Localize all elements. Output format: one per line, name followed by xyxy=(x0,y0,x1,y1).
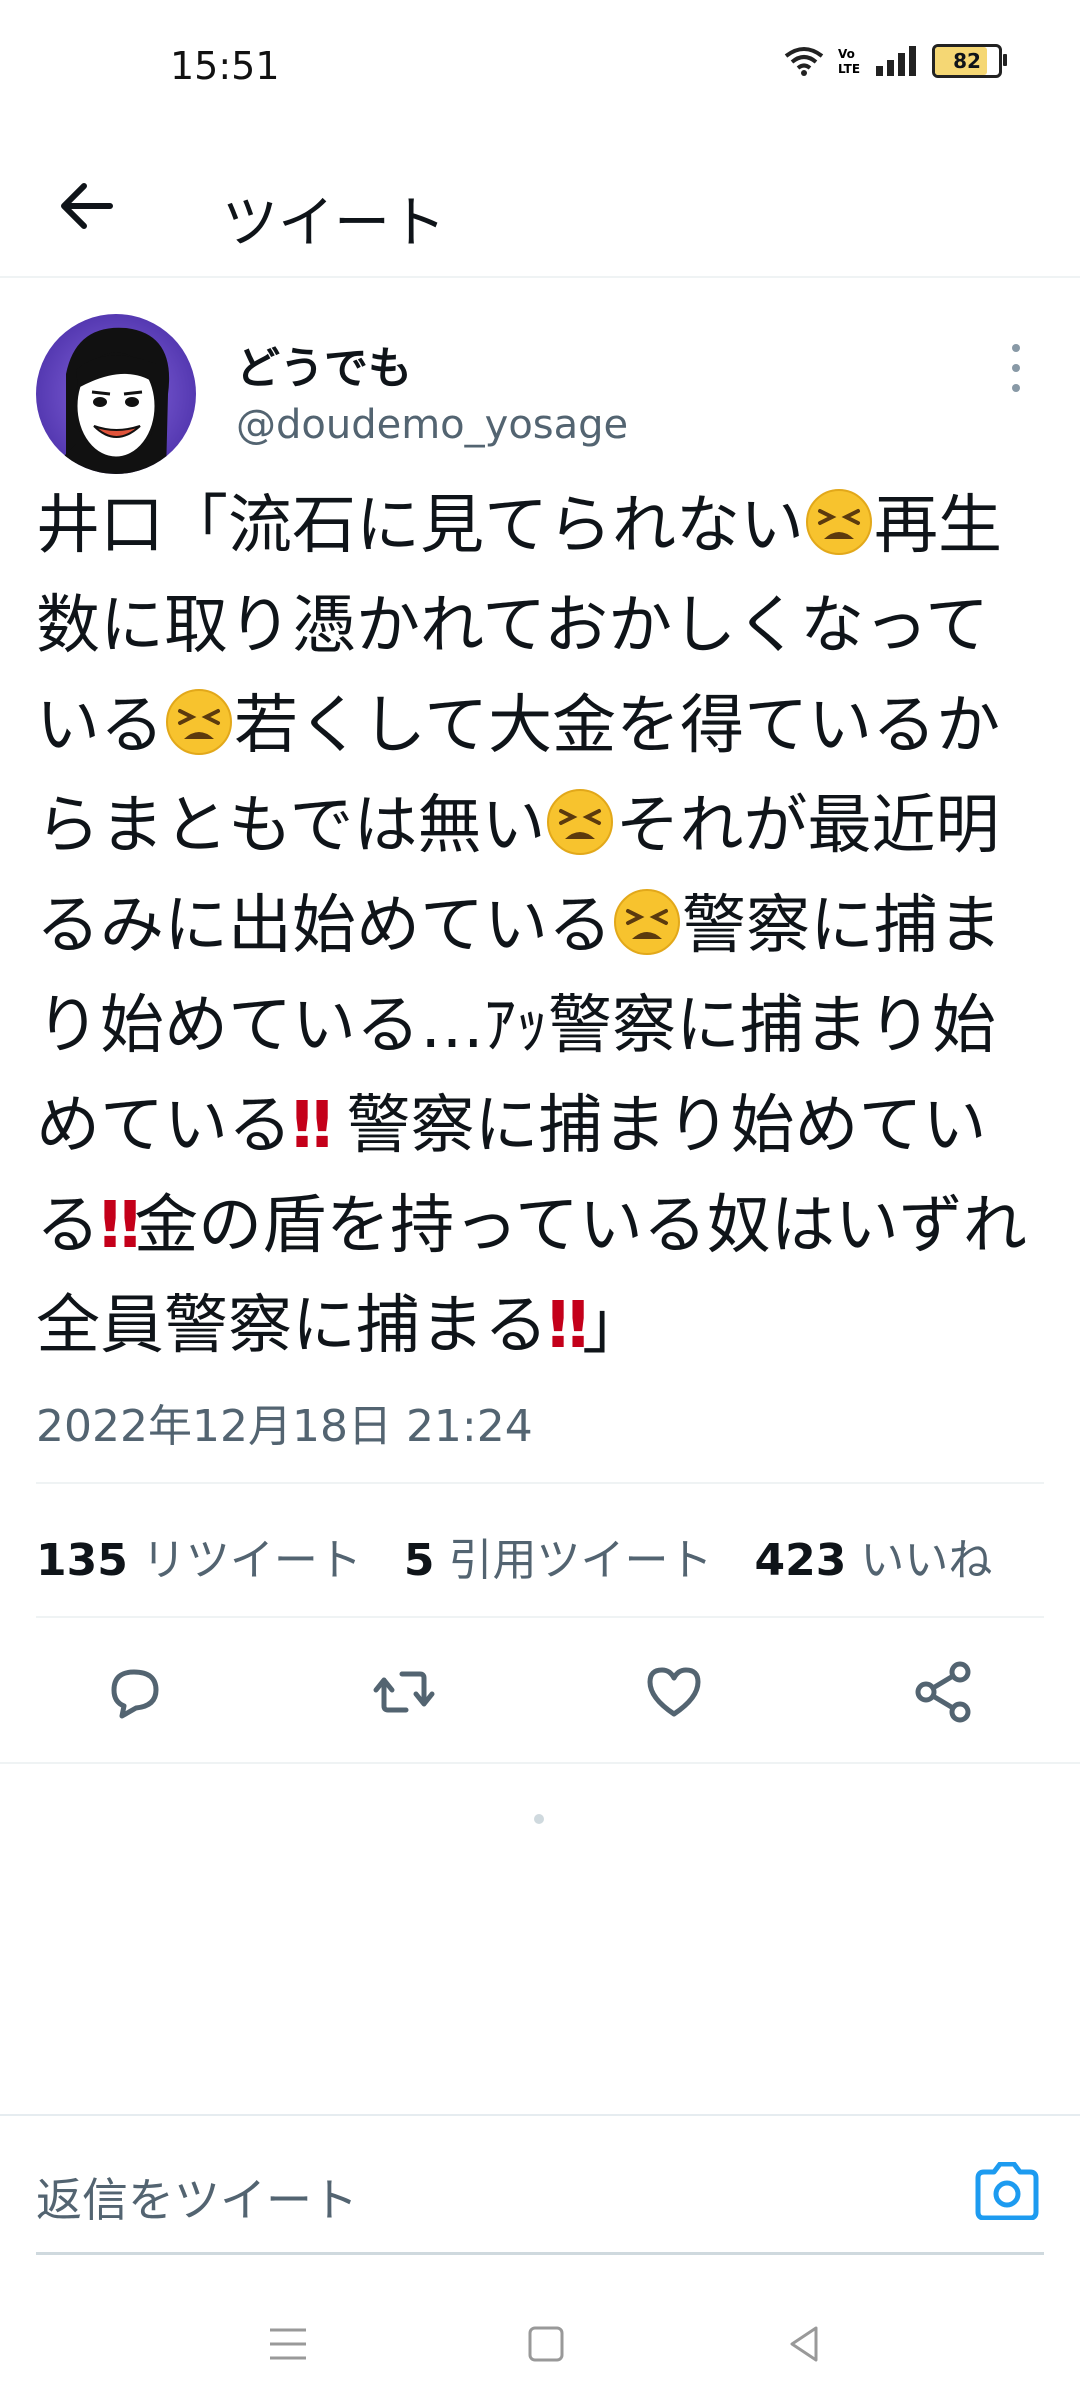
home-icon[interactable] xyxy=(520,2318,572,2370)
tired-face-emoji-icon xyxy=(547,789,614,855)
header: ツイート xyxy=(0,140,1080,278)
share-icon[interactable] xyxy=(910,1658,978,1726)
volte-icon: Vo LTE xyxy=(838,47,860,76)
tweet-timestamp[interactable]: 2022年12月18日 21:24 xyxy=(36,1390,533,1454)
tired-face-emoji-icon xyxy=(614,889,680,955)
reply-bar: 返信をツイート xyxy=(0,2114,1080,2256)
battery-indicator: 82 xyxy=(932,44,1007,78)
wifi-icon xyxy=(784,47,824,76)
more-vertical-icon[interactable] xyxy=(1008,338,1024,398)
likes-count: 423 xyxy=(754,1535,847,1586)
avatar[interactable] xyxy=(36,314,196,474)
likes-label: いいね xyxy=(860,1535,993,1586)
tweet-stats: 135 リツイート 5 引用ツイート 423 いいね xyxy=(36,1524,992,1588)
back-icon[interactable] xyxy=(778,2318,830,2370)
display-name[interactable]: どうでも xyxy=(236,332,412,396)
system-nav-bar xyxy=(0,2270,1080,2400)
double-exclamation-emoji-icon: ‼ xyxy=(100,1189,140,1263)
tired-face-emoji-icon xyxy=(806,489,872,555)
reply-icon[interactable] xyxy=(100,1658,168,1726)
retweet-icon[interactable] xyxy=(370,1658,438,1726)
tweet-text-segment: 金の盾を持っている奴はいずれ全員警察に捕まる xyxy=(36,1189,1027,1363)
status-time: 15:51 xyxy=(170,44,280,88)
reply-input[interactable]: 返信をツイート xyxy=(36,2164,358,2230)
double-exclamation-emoji-icon: ‼ xyxy=(292,1089,332,1163)
battery-level: 82 xyxy=(953,49,981,73)
tweet-text-segment: 」 xyxy=(582,1289,647,1363)
retweets-count: 135 xyxy=(36,1535,128,1586)
likes-stat[interactable]: 423 いいね xyxy=(754,1524,992,1588)
retweets-label: リツイート xyxy=(141,1535,362,1586)
loading-dot xyxy=(534,1814,544,1824)
reply-underline xyxy=(36,2252,1044,2255)
divider xyxy=(36,1616,1044,1618)
status-icons: Vo LTE 82 xyxy=(784,44,1007,78)
svg-text:LTE: LTE xyxy=(838,62,860,76)
svg-text:Vo: Vo xyxy=(838,47,855,61)
camera-icon[interactable] xyxy=(974,2162,1040,2220)
tweet-actions xyxy=(0,1632,1080,1742)
quotes-stat[interactable]: 5 引用ツイート xyxy=(404,1524,713,1588)
signal-icon xyxy=(876,46,916,76)
quotes-count: 5 xyxy=(403,1535,435,1586)
handle[interactable]: @doudemo_yosage xyxy=(236,402,628,448)
quotes-label: 引用ツイート xyxy=(448,1535,713,1586)
divider xyxy=(36,1482,1044,1484)
status-bar: 15:51 Vo LTE 82 xyxy=(0,0,1080,140)
retweets-stat[interactable]: 135 リツイート xyxy=(36,1524,362,1588)
double-exclamation-emoji-icon: ‼ xyxy=(548,1289,588,1363)
like-icon[interactable] xyxy=(640,1658,708,1726)
divider xyxy=(0,1762,1080,1764)
page-title: ツイート xyxy=(222,191,446,256)
tweet-text: 井口「流石に見てられない 再生数に取り憑かれておかしくなっている 若くして大金を得て… xyxy=(36,476,1051,1376)
tired-face-emoji-icon xyxy=(166,689,232,755)
back-arrow-icon[interactable] xyxy=(52,170,124,242)
tweet-text-segment: 井口「流石に見てられない xyxy=(36,489,804,563)
menu-icon[interactable] xyxy=(262,2318,314,2370)
